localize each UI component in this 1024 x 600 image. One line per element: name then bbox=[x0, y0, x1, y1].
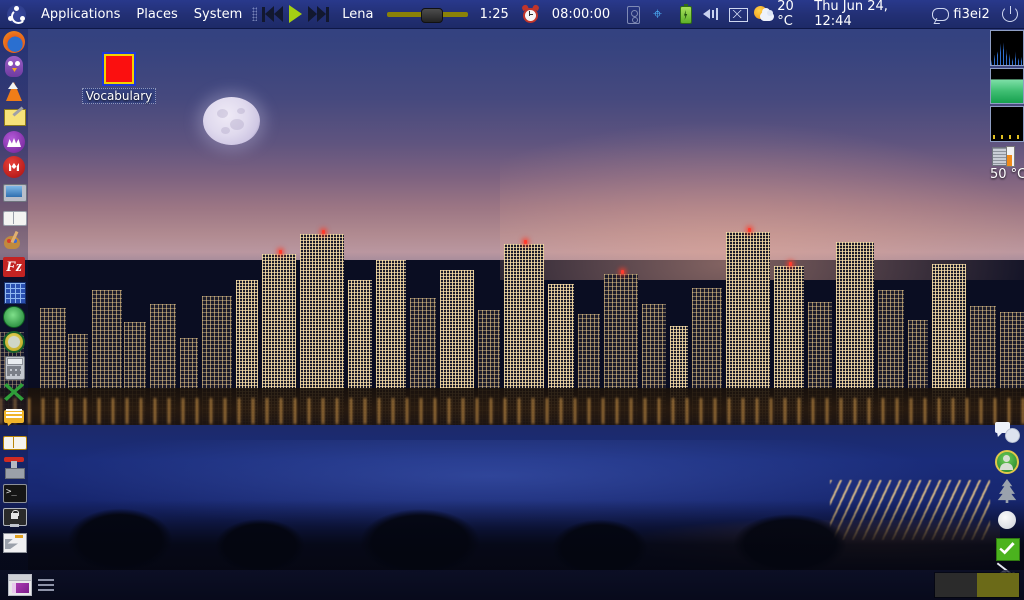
vocabulary-icon[interactable] bbox=[102, 52, 136, 86]
cpu-temperature-applet[interactable]: 50 °C bbox=[990, 146, 1024, 182]
dock-item-terminal[interactable]: >_ bbox=[2, 480, 27, 504]
dock-item-text-editor[interactable] bbox=[2, 105, 26, 129]
dock-item-blue-cube[interactable] bbox=[2, 280, 26, 304]
dock-item-seal-badge[interactable] bbox=[2, 330, 26, 354]
chat-bubble-icon[interactable] bbox=[929, 4, 950, 24]
open-book-icon bbox=[3, 211, 27, 226]
dock-item-vlc[interactable] bbox=[2, 80, 26, 104]
memory-monitor-graph[interactable] bbox=[990, 68, 1024, 104]
dock-item-zigzag-window[interactable] bbox=[2, 530, 27, 554]
bluetooth-icon[interactable]: ⌖ bbox=[648, 4, 666, 24]
bottom-panel[interactable] bbox=[0, 570, 1024, 600]
dock-item-firefox[interactable] bbox=[2, 30, 26, 54]
alarm-clock-icon bbox=[521, 3, 540, 24]
user-menu-label[interactable]: fi3ei2 bbox=[951, 7, 995, 22]
dock-item-monitor[interactable] bbox=[2, 180, 27, 204]
mail-icon[interactable] bbox=[727, 4, 748, 24]
pidgin-icon bbox=[5, 56, 23, 77]
clock-seconds[interactable]: 08:00:00 bbox=[544, 7, 618, 22]
cpu-thermometer-icon bbox=[992, 146, 1015, 167]
seek-slider-handle[interactable] bbox=[421, 7, 444, 23]
right-dock[interactable] bbox=[990, 420, 1024, 591]
firefox-icon bbox=[3, 31, 25, 53]
media-seek-slider[interactable] bbox=[387, 7, 468, 23]
left-dock[interactable]: Fz >_ bbox=[0, 28, 28, 570]
dock-item-tools[interactable] bbox=[2, 380, 26, 404]
weather-temperature[interactable]: 20 °C bbox=[777, 0, 814, 29]
window-list-lines-icon bbox=[38, 579, 54, 591]
dock-item-green-disc[interactable] bbox=[2, 305, 26, 329]
tools-cross-icon bbox=[4, 383, 24, 401]
right-dock-item-speech[interactable] bbox=[994, 420, 1020, 446]
menu-system[interactable]: System bbox=[186, 0, 250, 28]
menu-places[interactable]: Places bbox=[128, 0, 185, 28]
dock-item-calculator[interactable] bbox=[2, 355, 26, 380]
media-next-button[interactable] bbox=[305, 0, 332, 28]
drag-handle-icon bbox=[252, 7, 258, 21]
battery-charging-icon[interactable] bbox=[675, 4, 693, 24]
media-elapsed-time: 1:25 bbox=[479, 6, 509, 22]
media-play-button[interactable] bbox=[286, 0, 305, 28]
book-icon bbox=[3, 436, 27, 450]
right-dock-item-profile[interactable] bbox=[994, 449, 1020, 475]
webcam-icon[interactable] bbox=[622, 4, 641, 24]
dock-item-paint[interactable] bbox=[2, 230, 26, 254]
power-icon[interactable] bbox=[1000, 4, 1018, 24]
ubuntu-logo-icon bbox=[7, 4, 26, 24]
menu-applications[interactable]: Applications bbox=[33, 0, 128, 28]
workspace-switcher[interactable] bbox=[934, 572, 1020, 598]
ubuntu-menu-button[interactable] bbox=[0, 0, 33, 28]
date-time-clock[interactable]: Thu Jun 24, 12:44 bbox=[814, 0, 925, 29]
dock-item-messages[interactable] bbox=[2, 405, 26, 429]
dock-item-clamp[interactable] bbox=[2, 455, 26, 479]
menu-system-label: System bbox=[193, 6, 243, 22]
green-disc-icon bbox=[3, 306, 25, 328]
workspace-2[interactable] bbox=[977, 573, 1019, 597]
next-track-icon bbox=[308, 6, 330, 22]
right-dock-item-tree[interactable] bbox=[994, 478, 1020, 504]
top-panel[interactable]: Applications Places System Lena 1:25 08:… bbox=[0, 0, 1024, 29]
volume-icon[interactable] bbox=[701, 4, 719, 24]
media-track-title: Lena bbox=[342, 6, 374, 22]
cpu-monitor-graph[interactable] bbox=[990, 30, 1024, 66]
moon-in-wallpaper bbox=[203, 97, 260, 145]
blue-cube-icon bbox=[4, 282, 26, 304]
dock-item-dictionary[interactable] bbox=[2, 205, 27, 229]
desktop-icon-label: Vocabulary bbox=[81, 88, 157, 104]
menu-applications-label: Applications bbox=[41, 6, 121, 22]
dock-item-lock-screen[interactable] bbox=[2, 505, 27, 529]
workspace-1[interactable] bbox=[935, 573, 977, 597]
moon-icon bbox=[998, 511, 1016, 529]
media-previous-button[interactable] bbox=[259, 0, 286, 28]
pine-tree-icon bbox=[997, 479, 1017, 503]
system-monitor-applets[interactable]: 50 °C bbox=[986, 30, 1024, 182]
dock-item-mountain-app[interactable] bbox=[2, 130, 26, 154]
green-profile-icon bbox=[995, 450, 1019, 474]
taskbar-item-window-1[interactable] bbox=[4, 572, 58, 598]
network-monitor-graph[interactable] bbox=[990, 106, 1024, 142]
right-dock-item-moon[interactable] bbox=[994, 507, 1020, 533]
cpu-temperature-value: 50 °C bbox=[990, 167, 1024, 182]
dock-item-book[interactable] bbox=[2, 430, 27, 454]
dock-item-pidgin[interactable] bbox=[2, 55, 26, 79]
dock-item-filezilla[interactable]: Fz bbox=[2, 255, 26, 279]
window-icon bbox=[8, 574, 32, 596]
previous-track-icon bbox=[262, 6, 284, 22]
street-lights bbox=[0, 398, 1024, 424]
desktop-icon-vocabulary[interactable]: Vocabulary bbox=[73, 52, 165, 104]
media-applet-grip[interactable] bbox=[250, 0, 259, 28]
sun-cloud-icon[interactable] bbox=[753, 4, 775, 24]
right-dock-item-checkmark[interactable] bbox=[994, 536, 1020, 562]
alarm-clock-applet[interactable] bbox=[517, 0, 544, 28]
menu-places-label: Places bbox=[136, 6, 178, 22]
play-icon bbox=[289, 5, 303, 23]
dock-item-red-m[interactable] bbox=[2, 155, 26, 179]
